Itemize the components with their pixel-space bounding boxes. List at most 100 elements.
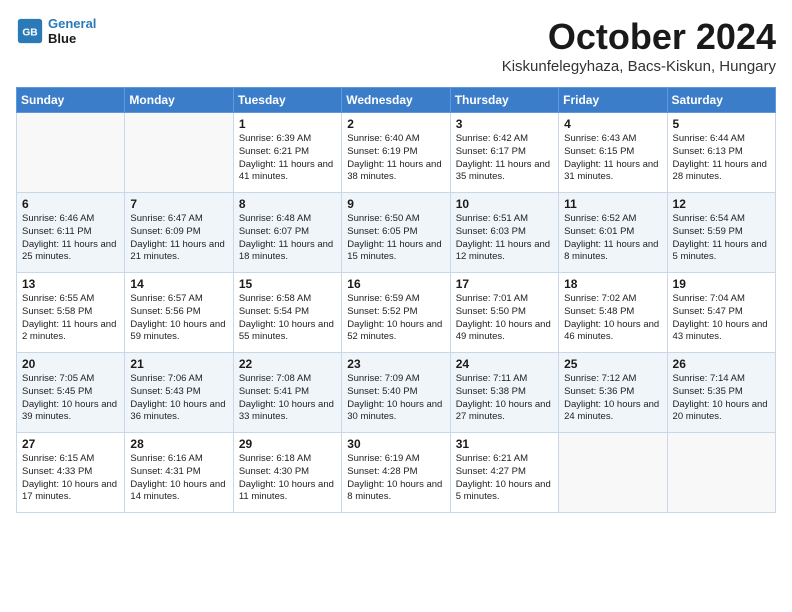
calendar-cell	[17, 113, 125, 193]
cell-info: Sunrise: 6:52 AM Sunset: 6:01 PM Dayligh…	[564, 213, 661, 264]
calendar-cell: 5 Sunrise: 6:44 AM Sunset: 6:13 PM Daylig…	[667, 113, 775, 193]
day-number: 19	[673, 277, 770, 291]
day-number: 24	[456, 357, 553, 371]
day-number: 5	[673, 117, 770, 131]
day-number: 3	[456, 117, 553, 131]
calendar-cell: 20Sunrise: 7:05 AM Sunset: 5:45 PM Dayli…	[17, 353, 125, 433]
calendar-cell: 22 Sunrise: 7:08 AM Sunset: 5:41 PM Dayli…	[233, 353, 341, 433]
calendar-cell: 30Sunrise: 6:19 AM Sunset: 4:28 PM Dayli…	[342, 433, 450, 513]
day-number: 15	[239, 277, 336, 291]
logo-icon: GB	[16, 17, 44, 45]
calendar-cell: 28 Sunrise: 6:16 AM Sunset: 4:31 PM Dayli…	[125, 433, 233, 513]
cell-info: Sunrise: 6:51 AM Sunset: 6:03 PM Dayligh…	[456, 213, 553, 264]
cell-info: Sunrise: 7:09 AM Sunset: 5:40 PM Dayligh…	[347, 373, 444, 424]
calendar-cell: 27Sunrise: 6:15 AM Sunset: 4:33 PM Dayli…	[17, 433, 125, 513]
weekday-header-thursday: Thursday	[450, 88, 558, 113]
day-number: 7	[130, 197, 227, 211]
cell-info: Sunrise: 6:44 AM Sunset: 6:13 PM Dayligh…	[673, 133, 770, 184]
cell-info: Sunrise: 7:01 AM Sunset: 5:50 PM Dayligh…	[456, 293, 553, 344]
cell-info: Sunrise: 7:12 AM Sunset: 5:36 PM Dayligh…	[564, 373, 661, 424]
calendar-cell: 24 Sunrise: 7:11 AM Sunset: 5:38 PM Dayli…	[450, 353, 558, 433]
day-number: 10	[456, 197, 553, 211]
day-number: 11	[564, 197, 661, 211]
calendar-cell: 14 Sunrise: 6:57 AM Sunset: 5:56 PM Dayli…	[125, 273, 233, 353]
calendar-cell	[125, 113, 233, 193]
weekday-header-sunday: Sunday	[17, 88, 125, 113]
cell-info: Sunrise: 6:18 AM Sunset: 4:30 PM Dayligh…	[239, 453, 336, 504]
cell-info: Sunrise: 6:40 AM Sunset: 6:19 PM Dayligh…	[347, 133, 444, 184]
cell-info: Sunrise: 6:15 AM Sunset: 4:33 PM Dayligh…	[22, 453, 119, 504]
day-number: 13	[22, 277, 119, 291]
calendar-cell: 10 Sunrise: 6:51 AM Sunset: 6:03 PM Dayli…	[450, 193, 558, 273]
calendar-cell: 21 Sunrise: 7:06 AM Sunset: 5:43 PM Dayli…	[125, 353, 233, 433]
calendar-cell: 3Sunrise: 6:42 AM Sunset: 6:17 PM Daylig…	[450, 113, 558, 193]
week-row-3: 13 Sunrise: 6:55 AM Sunset: 5:58 PM Dayli…	[17, 273, 776, 353]
weekday-header-friday: Friday	[559, 88, 667, 113]
calendar-cell: 18Sunrise: 7:02 AM Sunset: 5:48 PM Dayli…	[559, 273, 667, 353]
week-row-1: 1 Sunrise: 6:39 AM Sunset: 6:21 PM Daylig…	[17, 113, 776, 193]
cell-info: Sunrise: 7:06 AM Sunset: 5:43 PM Dayligh…	[130, 373, 227, 424]
day-number: 25	[564, 357, 661, 371]
cell-info: Sunrise: 6:48 AM Sunset: 6:07 PM Dayligh…	[239, 213, 336, 264]
calendar-cell	[667, 433, 775, 513]
cell-info: Sunrise: 6:39 AM Sunset: 6:21 PM Dayligh…	[239, 133, 336, 184]
week-row-5: 27Sunrise: 6:15 AM Sunset: 4:33 PM Dayli…	[17, 433, 776, 513]
day-number: 8	[239, 197, 336, 211]
calendar-cell: 26 Sunrise: 7:14 AM Sunset: 5:35 PM Dayli…	[667, 353, 775, 433]
calendar-cell: 2 Sunrise: 6:40 AM Sunset: 6:19 PM Daylig…	[342, 113, 450, 193]
calendar-cell: 29Sunrise: 6:18 AM Sunset: 4:30 PM Dayli…	[233, 433, 341, 513]
day-number: 1	[239, 117, 336, 131]
day-number: 16	[347, 277, 444, 291]
weekday-header-monday: Monday	[125, 88, 233, 113]
cell-info: Sunrise: 6:50 AM Sunset: 6:05 PM Dayligh…	[347, 213, 444, 264]
cell-info: Sunrise: 6:55 AM Sunset: 5:58 PM Dayligh…	[22, 293, 119, 344]
calendar-cell: 13 Sunrise: 6:55 AM Sunset: 5:58 PM Dayli…	[17, 273, 125, 353]
calendar-cell: 11 Sunrise: 6:52 AM Sunset: 6:01 PM Dayli…	[559, 193, 667, 273]
day-number: 2	[347, 117, 444, 131]
cell-info: Sunrise: 6:43 AM Sunset: 6:15 PM Dayligh…	[564, 133, 661, 184]
day-number: 26	[673, 357, 770, 371]
cell-info: Sunrise: 6:54 AM Sunset: 5:59 PM Dayligh…	[673, 213, 770, 264]
calendar-cell: 12Sunrise: 6:54 AM Sunset: 5:59 PM Dayli…	[667, 193, 775, 273]
day-number: 9	[347, 197, 444, 211]
calendar-cell: 23Sunrise: 7:09 AM Sunset: 5:40 PM Dayli…	[342, 353, 450, 433]
calendar-cell: 8 Sunrise: 6:48 AM Sunset: 6:07 PM Daylig…	[233, 193, 341, 273]
calendar-cell	[559, 433, 667, 513]
page-header: GB General Blue October 2024 Kiskunfeleg…	[16, 16, 776, 75]
cell-info: Sunrise: 6:59 AM Sunset: 5:52 PM Dayligh…	[347, 293, 444, 344]
weekday-header-row: SundayMondayTuesdayWednesdayThursdayFrid…	[17, 88, 776, 113]
calendar-cell: 17 Sunrise: 7:01 AM Sunset: 5:50 PM Dayli…	[450, 273, 558, 353]
svg-text:GB: GB	[22, 28, 37, 39]
day-number: 20	[22, 357, 119, 371]
day-number: 31	[456, 437, 553, 451]
logo-text: General Blue	[48, 16, 96, 46]
calendar-cell: 9 Sunrise: 6:50 AM Sunset: 6:05 PM Daylig…	[342, 193, 450, 273]
cell-info: Sunrise: 6:21 AM Sunset: 4:27 PM Dayligh…	[456, 453, 553, 504]
calendar-table: SundayMondayTuesdayWednesdayThursdayFrid…	[16, 87, 776, 513]
cell-info: Sunrise: 7:14 AM Sunset: 5:35 PM Dayligh…	[673, 373, 770, 424]
weekday-header-tuesday: Tuesday	[233, 88, 341, 113]
day-number: 22	[239, 357, 336, 371]
day-number: 14	[130, 277, 227, 291]
day-number: 4	[564, 117, 661, 131]
calendar-cell: 25 Sunrise: 7:12 AM Sunset: 5:36 PM Dayli…	[559, 353, 667, 433]
title-block: October 2024 Kiskunfelegyhaza, Bacs-Kisk…	[502, 16, 776, 75]
month-title: October 2024	[502, 16, 776, 58]
day-number: 17	[456, 277, 553, 291]
day-number: 21	[130, 357, 227, 371]
cell-info: Sunrise: 7:11 AM Sunset: 5:38 PM Dayligh…	[456, 373, 553, 424]
logo: GB General Blue	[16, 16, 96, 46]
cell-info: Sunrise: 6:46 AM Sunset: 6:11 PM Dayligh…	[22, 213, 119, 264]
week-row-2: 6 Sunrise: 6:46 AM Sunset: 6:11 PM Daylig…	[17, 193, 776, 273]
calendar-cell: 7Sunrise: 6:47 AM Sunset: 6:09 PM Daylig…	[125, 193, 233, 273]
calendar-cell: 31 Sunrise: 6:21 AM Sunset: 4:27 PM Dayli…	[450, 433, 558, 513]
cell-info: Sunrise: 6:16 AM Sunset: 4:31 PM Dayligh…	[130, 453, 227, 504]
day-number: 30	[347, 437, 444, 451]
weekday-header-wednesday: Wednesday	[342, 88, 450, 113]
cell-info: Sunrise: 6:57 AM Sunset: 5:56 PM Dayligh…	[130, 293, 227, 344]
day-number: 6	[22, 197, 119, 211]
day-number: 28	[130, 437, 227, 451]
week-row-4: 20Sunrise: 7:05 AM Sunset: 5:45 PM Dayli…	[17, 353, 776, 433]
weekday-header-saturday: Saturday	[667, 88, 775, 113]
cell-info: Sunrise: 7:08 AM Sunset: 5:41 PM Dayligh…	[239, 373, 336, 424]
